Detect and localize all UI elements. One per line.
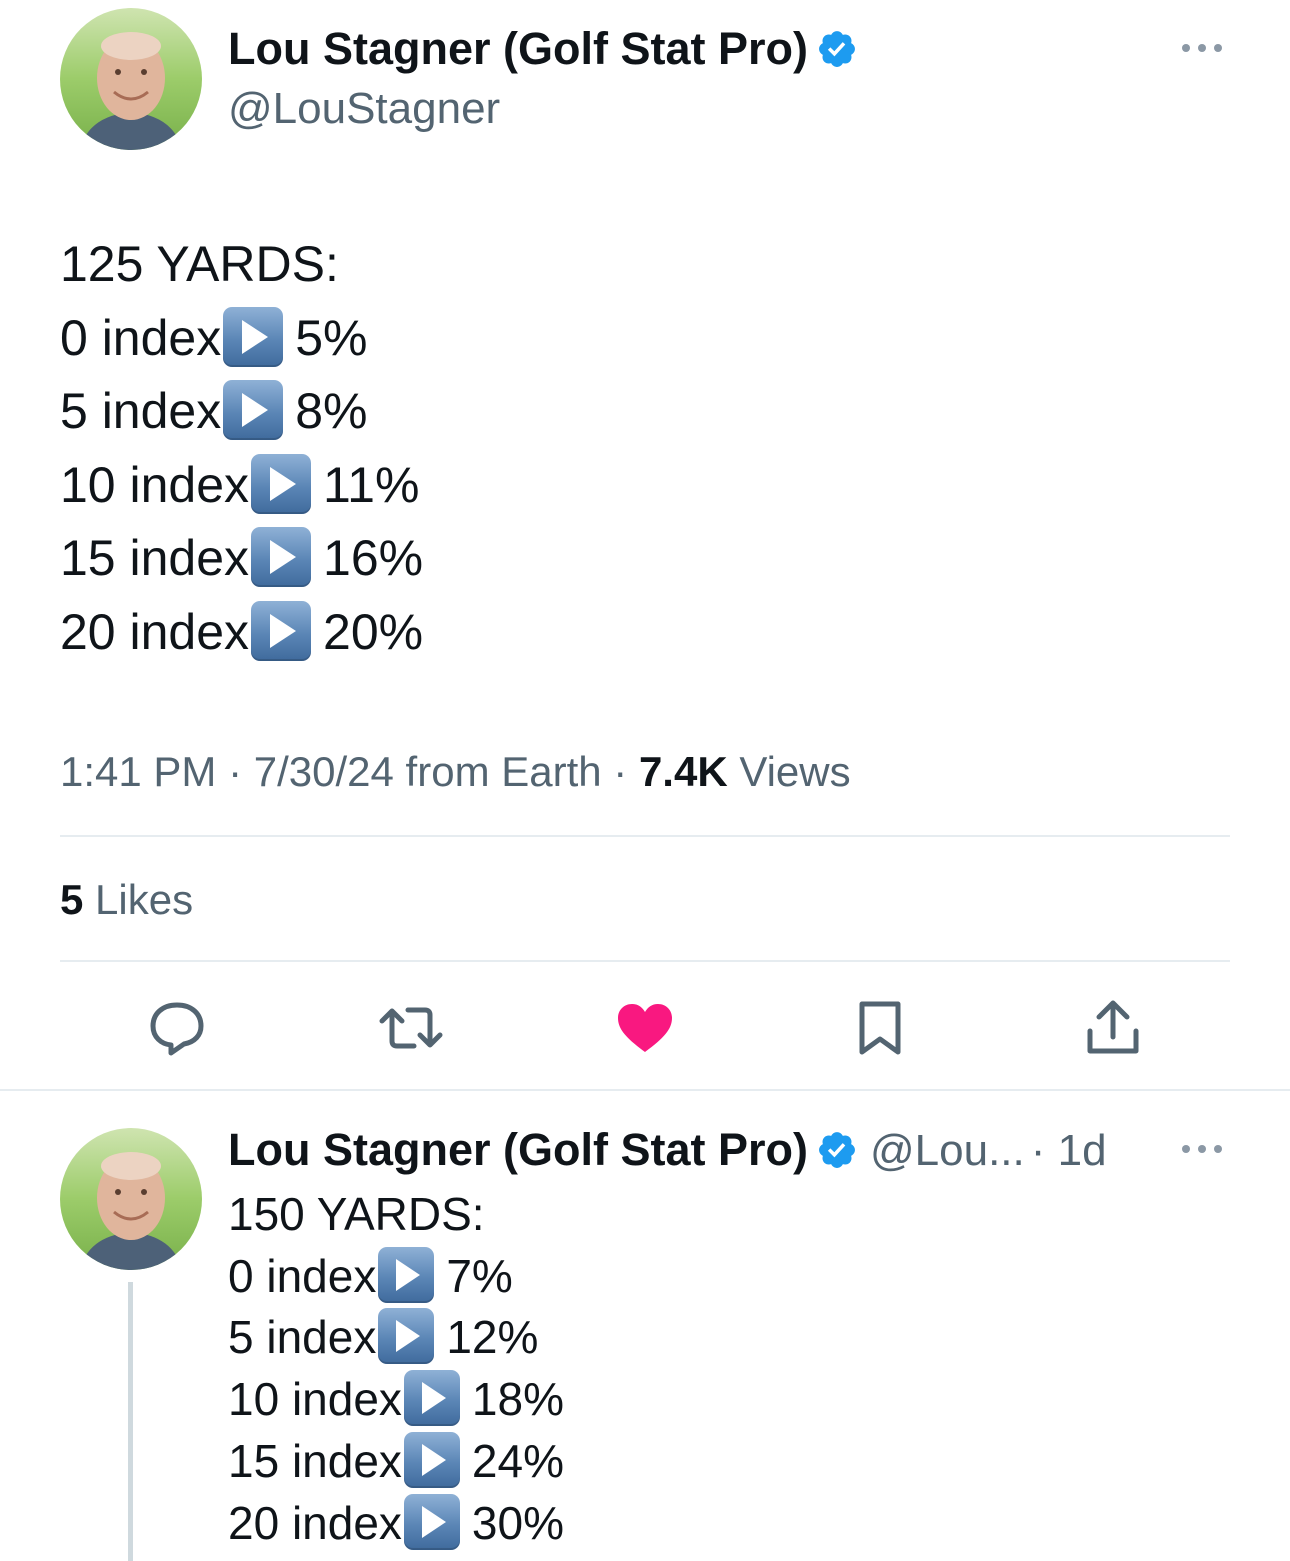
verified-badge-icon: [819, 1132, 855, 1168]
reply-line: 5 index 12%: [228, 1307, 564, 1369]
tweet-text: 125 YARDS: 0 index 5% 5 index 8% 10 index 1…: [60, 228, 423, 669]
tweet-time[interactable]: 1:41 PM: [60, 748, 216, 795]
index-label: 15 index: [228, 1434, 402, 1487]
reply-more-options-button[interactable]: [1180, 1131, 1224, 1172]
index-label: 5 index: [228, 1311, 377, 1364]
reply-icon: [150, 1002, 204, 1056]
index-label: 10 index: [228, 1373, 402, 1426]
tweet-line: 20 index 20%: [60, 596, 423, 670]
index-label: 10 index: [60, 456, 250, 513]
tweet-line: 5 index 8%: [60, 375, 423, 449]
retweet-icon: [379, 1007, 443, 1049]
reply-button[interactable]: [142, 993, 212, 1063]
percent-value: 7%: [446, 1249, 513, 1302]
likes-label: Likes: [95, 876, 194, 923]
author-name[interactable]: Lou Stagner (Golf Stat Pro): [228, 23, 808, 74]
play-button-emoji-icon: [403, 1431, 460, 1488]
retweet-button[interactable]: [376, 993, 446, 1063]
reply-author-name[interactable]: Lou Stagner (Golf Stat Pro): [228, 1124, 808, 1175]
percent-value: 30%: [471, 1496, 564, 1549]
more-icon: [1182, 1145, 1222, 1153]
play-button-emoji-icon: [223, 380, 284, 440]
reply-heading: 150 YARDS:: [228, 1188, 485, 1240]
percent-value: 8%: [295, 383, 368, 439]
tweet-meta: 1:41 PM · 7/30/24 from Earth · 7.4K View…: [60, 747, 851, 797]
index-label: 20 index: [60, 603, 250, 660]
percent-value: 16%: [323, 530, 424, 586]
percent-value: 18%: [471, 1373, 564, 1426]
views-count: 7.4K: [638, 748, 728, 795]
separator: ·: [601, 748, 639, 795]
likes-count: 5: [60, 876, 84, 923]
share-button[interactable]: [1078, 993, 1148, 1063]
play-button-emoji-icon: [251, 453, 312, 514]
tweet-line: 0 index 5%: [60, 302, 423, 376]
reply-line: 20 index 30%: [228, 1493, 564, 1555]
author-avatar[interactable]: [60, 8, 202, 150]
more-icon: [1182, 44, 1222, 52]
index-label: 5 index: [60, 383, 222, 439]
play-button-emoji-icon: [378, 1246, 435, 1303]
author-name-row[interactable]: Lou Stagner (Golf Stat Pro): [228, 23, 858, 75]
reply-header: Lou Stagner (Golf Stat Pro) @Lou... · 1d: [228, 1124, 1107, 1177]
index-label: 0 index: [228, 1249, 377, 1302]
views-label: Views: [739, 748, 851, 795]
tweet-line: 10 index 11%: [60, 449, 423, 523]
thread-line: [128, 1282, 133, 1561]
divider: [60, 835, 1230, 837]
play-button-emoji-icon: [403, 1370, 460, 1427]
play-button-emoji-icon: [378, 1308, 435, 1365]
reply-author-avatar[interactable]: [60, 1128, 202, 1270]
play-button-emoji-icon: [403, 1493, 460, 1550]
tweet-date[interactable]: 7/30/24 from Earth: [254, 748, 602, 795]
index-label: 0 index: [60, 309, 222, 366]
tweet-line: 15 index 16%: [60, 522, 423, 596]
index-label: 15 index: [60, 530, 250, 586]
share-icon: [1087, 1000, 1139, 1054]
percent-value: 5%: [295, 309, 368, 366]
percent-value: 24%: [471, 1434, 564, 1487]
tweet-separator: [0, 1089, 1290, 1091]
percent-value: 12%: [446, 1311, 539, 1364]
reply-handle[interactable]: @Lou...: [870, 1126, 1025, 1175]
play-button-emoji-icon: [251, 600, 312, 661]
percent-value: 20%: [323, 603, 424, 660]
heart-icon: [618, 1004, 672, 1052]
play-button-emoji-icon: [223, 306, 284, 367]
play-button-emoji-icon: [251, 527, 312, 587]
tweet-heading: 125 YARDS:: [60, 236, 339, 292]
reply-line: 10 index 18%: [228, 1369, 564, 1431]
bookmark-icon: [859, 1001, 901, 1055]
verified-badge-icon: [819, 31, 855, 67]
reply-line: 0 index 7%: [228, 1246, 564, 1308]
separator: ·: [216, 748, 254, 795]
more-options-button[interactable]: [1180, 30, 1224, 71]
divider: [60, 960, 1230, 962]
like-button[interactable]: [610, 993, 680, 1063]
reply-age[interactable]: · 1d: [1031, 1126, 1107, 1175]
likes-count-link[interactable]: 5 Likes: [60, 875, 193, 925]
reply-line: 15 index 24%: [228, 1431, 564, 1493]
reply-text[interactable]: 150 YARDS: 0 index 7% 5 index 12% 10 index…: [228, 1184, 564, 1554]
bookmark-button[interactable]: [845, 993, 915, 1063]
author-handle[interactable]: @LouStagner: [228, 83, 500, 135]
index-label: 20 index: [228, 1496, 402, 1549]
percent-value: 11%: [323, 456, 420, 513]
